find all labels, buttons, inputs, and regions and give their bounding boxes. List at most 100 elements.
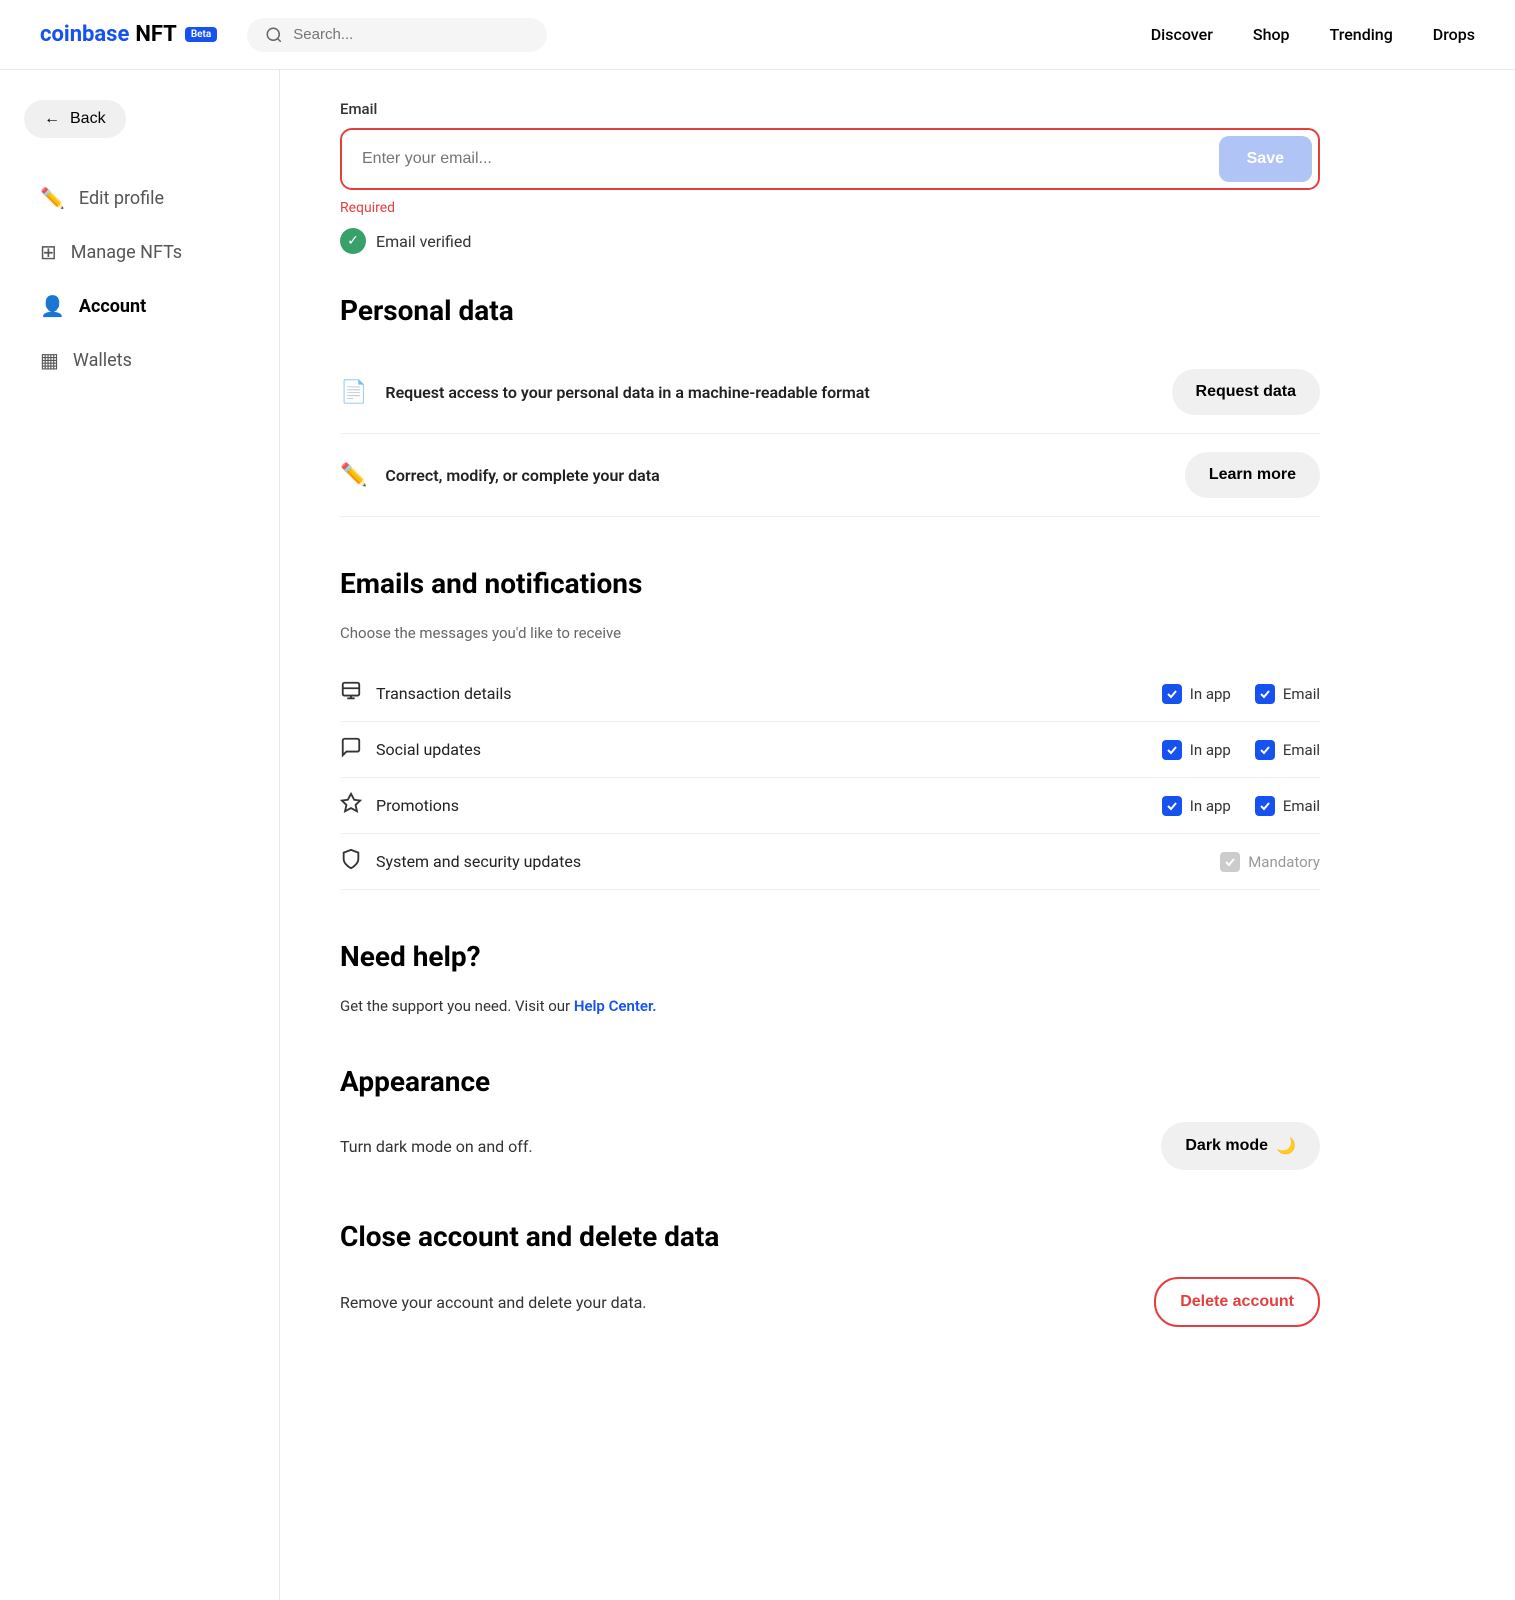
learn-more-button[interactable]: Learn more: [1185, 452, 1320, 498]
email-section: Email Save Required ✓ Email verified: [340, 100, 1320, 254]
edit-data-icon: ✏️: [340, 463, 367, 488]
dark-mode-button[interactable]: Dark mode 🌙: [1161, 1122, 1320, 1170]
moon-icon: 🌙: [1276, 1136, 1296, 1156]
email-label: Email: [1283, 685, 1320, 703]
verified-text: Email verified: [376, 232, 471, 251]
verified-icon: ✓: [340, 228, 366, 254]
notifications-title: Emails and notifications: [340, 567, 1320, 600]
nav-trending[interactable]: Trending: [1330, 25, 1393, 44]
back-label: Back: [70, 110, 106, 128]
promotions-email-group[interactable]: Email: [1255, 796, 1320, 816]
email-label: Email: [1283, 741, 1320, 759]
personal-data-title: Personal data: [340, 294, 1320, 327]
email-input-row: Save: [340, 128, 1320, 190]
learn-more-row: ✏️ Correct, modify, or complete your dat…: [340, 434, 1320, 517]
learn-more-left: ✏️ Correct, modify, or complete your dat…: [340, 463, 660, 488]
search-bar[interactable]: [247, 18, 547, 52]
modify-data-text: Correct, modify, or complete your data: [385, 466, 659, 485]
account-icon: 👤: [40, 294, 65, 318]
back-arrow-icon: ←: [44, 110, 60, 128]
beta-badge: Beta: [185, 27, 217, 42]
social-label: Social updates: [376, 740, 481, 759]
security-icon: [340, 848, 362, 875]
request-data-button[interactable]: Request data: [1172, 369, 1320, 415]
help-text-before: Get the support you need. Visit our: [340, 997, 574, 1015]
security-mandatory-checkbox: [1220, 852, 1240, 872]
inapp-label: In app: [1190, 741, 1231, 759]
appearance-desc: Turn dark mode on and off.: [340, 1137, 533, 1156]
social-icon: [340, 736, 362, 763]
layout: ← Back ✏️ Edit profile ⊞ Manage NFTs 👤 A…: [0, 70, 1515, 1600]
email-label: Email: [340, 100, 1320, 118]
notifications-subtitle: Choose the messages you'd like to receiv…: [340, 624, 1320, 642]
notif-row-security: System and security updates Mandatory: [340, 834, 1320, 890]
delete-desc: Remove your account and delete your data…: [340, 1293, 646, 1312]
delete-account-button[interactable]: Delete account: [1154, 1277, 1320, 1327]
notifications-section: Emails and notifications Choose the mess…: [340, 567, 1320, 890]
sidebar-item-label: Account: [79, 296, 146, 317]
request-data-row: 📄 Request access to your personal data i…: [340, 351, 1320, 434]
transaction-inapp-checkbox[interactable]: [1162, 684, 1182, 704]
wallets-icon: ▦: [40, 348, 59, 372]
nav-shop[interactable]: Shop: [1253, 25, 1290, 44]
help-center-link[interactable]: Help Center.: [574, 997, 657, 1015]
appearance-row: Turn dark mode on and off. Dark mode 🌙: [340, 1122, 1320, 1170]
manage-nfts-icon: ⊞: [40, 240, 57, 264]
help-section: Need help? Get the support you need. Vis…: [340, 940, 1320, 1015]
promotions-inapp-checkbox[interactable]: [1162, 796, 1182, 816]
transaction-icon: [340, 680, 362, 707]
appearance-section: Appearance Turn dark mode on and off. Da…: [340, 1065, 1320, 1170]
sidebar-item-label: Manage NFTs: [71, 242, 182, 263]
social-email-group[interactable]: Email: [1255, 740, 1320, 760]
promotions-inapp-group[interactable]: In app: [1162, 796, 1231, 816]
logo-nft: NFT: [135, 22, 176, 47]
notif-row-promotions: Promotions In app Email: [340, 778, 1320, 834]
search-icon: [265, 26, 283, 44]
navbar: coinbase NFT Beta Discover Shop Trending…: [0, 0, 1515, 70]
sidebar-item-edit-profile[interactable]: ✏️ Edit profile: [24, 174, 255, 222]
nav-drops[interactable]: Drops: [1433, 25, 1475, 44]
sidebar-item-manage-nfts[interactable]: ⊞ Manage NFTs: [24, 228, 255, 276]
notif-row-social: Social updates In app Email: [340, 722, 1320, 778]
promotions-label: Promotions: [376, 796, 459, 815]
transaction-email-group[interactable]: Email: [1255, 684, 1320, 704]
help-title: Need help?: [340, 940, 1320, 973]
transaction-label: Transaction details: [376, 684, 511, 703]
social-inapp-checkbox[interactable]: [1162, 740, 1182, 760]
promotions-email-checkbox[interactable]: [1255, 796, 1275, 816]
sidebar-item-label: Edit profile: [79, 188, 164, 209]
social-email-checkbox[interactable]: [1255, 740, 1275, 760]
sidebar-nav: ✏️ Edit profile ⊞ Manage NFTs 👤 Account …: [24, 174, 255, 384]
help-text: Get the support you need. Visit our Help…: [340, 997, 1320, 1015]
transaction-inapp-group[interactable]: In app: [1162, 684, 1231, 704]
email-input[interactable]: [342, 132, 1219, 186]
email-label: Email: [1283, 797, 1320, 815]
transaction-email-checkbox[interactable]: [1255, 684, 1275, 704]
main-content: Email Save Required ✓ Email verified Per…: [280, 70, 1380, 1600]
social-inapp-group[interactable]: In app: [1162, 740, 1231, 760]
delete-title: Close account and delete data: [340, 1220, 1320, 1253]
logo: coinbase NFT Beta: [40, 22, 217, 47]
logo-coinbase: coinbase: [40, 22, 129, 47]
sidebar: ← Back ✏️ Edit profile ⊞ Manage NFTs 👤 A…: [0, 70, 280, 1600]
mandatory-label: Mandatory: [1248, 853, 1320, 871]
sidebar-item-account[interactable]: 👤 Account: [24, 282, 255, 330]
inapp-label: In app: [1190, 685, 1231, 703]
sidebar-item-wallets[interactable]: ▦ Wallets: [24, 336, 255, 384]
document-icon: 📄: [340, 380, 367, 405]
appearance-title: Appearance: [340, 1065, 1320, 1098]
dark-mode-label: Dark mode: [1185, 1137, 1268, 1155]
search-input[interactable]: [293, 26, 529, 43]
delete-row: Remove your account and delete your data…: [340, 1277, 1320, 1327]
request-data-left: 📄 Request access to your personal data i…: [340, 380, 870, 405]
delete-section: Close account and delete data Remove you…: [340, 1220, 1320, 1327]
personal-data-section: Personal data 📄 Request access to your p…: [340, 294, 1320, 517]
back-button[interactable]: ← Back: [24, 100, 126, 138]
promotions-icon: [340, 792, 362, 819]
edit-profile-icon: ✏️: [40, 186, 65, 210]
verified-row: ✓ Email verified: [340, 228, 1320, 254]
nav-discover[interactable]: Discover: [1151, 25, 1213, 44]
security-label: System and security updates: [376, 852, 581, 871]
save-button[interactable]: Save: [1219, 136, 1312, 182]
security-mandatory-group: Mandatory: [1220, 852, 1320, 872]
